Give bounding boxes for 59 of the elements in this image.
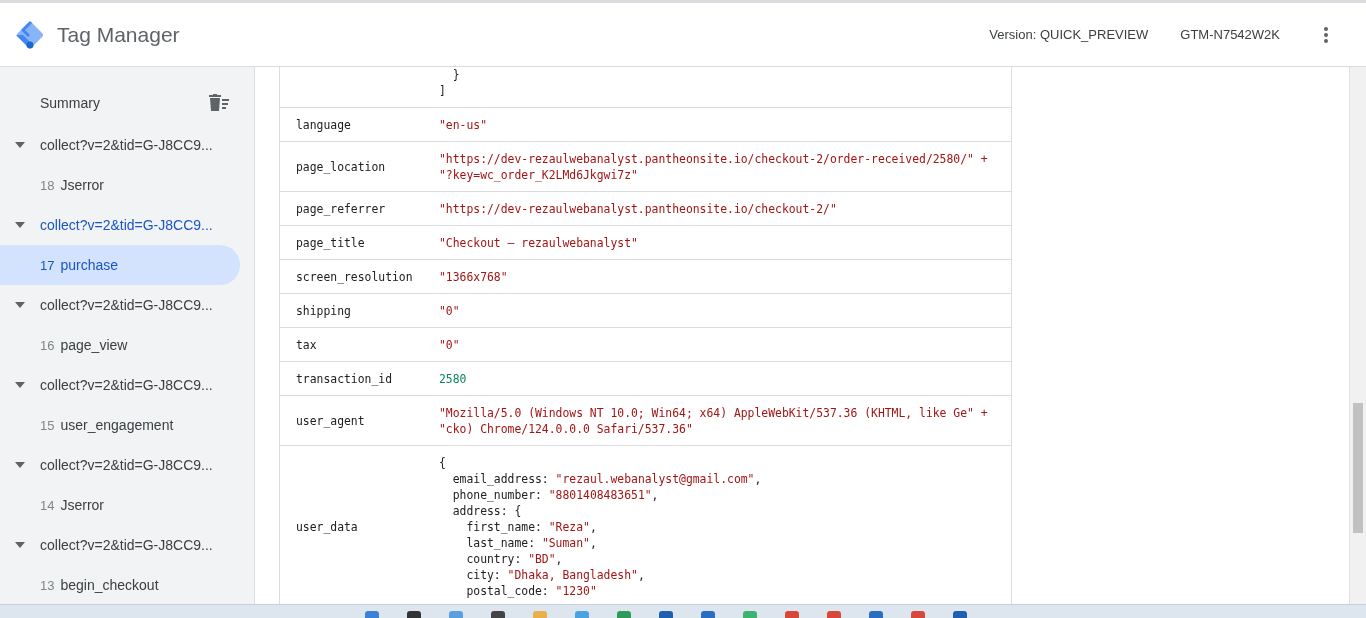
variable-value: "en-us" <box>439 117 488 133</box>
summary-item[interactable]: Summary <box>40 95 100 111</box>
taskbar-icon[interactable] <box>575 611 589 618</box>
taskbar-icon[interactable] <box>785 611 799 618</box>
variable-name: language <box>295 118 352 132</box>
variable-value: 2580 <box>439 371 468 387</box>
clear-list-icon[interactable] <box>208 94 230 112</box>
variable-value: { email_address: "rezaul.webanalyst@gmail.com", phone_number: "8801408483651", address: { first_name: "Reza", last_name: "Suman", country: "BD", city: "Dhaka, Bangladesh", postal_code: "1230" <box>439 455 763 599</box>
event-item[interactable]: 17 purchase <box>0 245 240 285</box>
event-group-item[interactable]: collect?v=2&tid=G-J8CC9... <box>0 445 240 485</box>
taskbar-icon[interactable] <box>701 611 715 618</box>
variable-name: user_data <box>295 520 359 534</box>
container-id: GTM-N7542W2K <box>1180 27 1280 42</box>
taskbar-icon[interactable] <box>953 611 967 618</box>
taskbar-icon[interactable] <box>911 611 925 618</box>
event-item[interactable]: 15 user_engagement <box>0 405 240 445</box>
taskbar-icon[interactable] <box>449 611 463 618</box>
taskbar-icon[interactable] <box>869 611 883 618</box>
caret-icon[interactable] <box>15 302 25 308</box>
version-label: Version: QUICK_PREVIEW <box>989 27 1149 42</box>
variable-value: "Mozilla/5.0 (Windows NT 10.0; Win64; x64) AppleWebKit/537.36 (KHTML, like Ge" + "cko) Chrome/124.0.0.0 Safari/537.36" <box>439 405 989 437</box>
variable-value: } ] <box>439 67 461 99</box>
caret-icon[interactable] <box>15 542 25 548</box>
taskbar-icon[interactable] <box>659 611 673 618</box>
caret-icon[interactable] <box>15 462 25 468</box>
variable-name: tax <box>295 338 318 352</box>
variable-name: user_agent <box>295 414 366 428</box>
variable-value: "Checkout – rezaulwebanalyst" <box>439 235 639 251</box>
variable-name: page_location <box>295 160 387 174</box>
variable-value: "0" <box>439 337 461 353</box>
variable-name: page_referrer <box>295 202 387 216</box>
app-title: Tag Manager <box>57 22 180 47</box>
variable-value: "1366x768" <box>439 269 509 285</box>
variable-name: screen_resolution <box>295 270 414 284</box>
variable-name: shipping <box>295 304 352 318</box>
variable-value: "https://dev-rezaulwebanalyst.pantheonsite.io/checkout-2/order-received/2580/" + "?key=wc_order_K2LMd6Jkgwi7z" <box>439 151 989 183</box>
scrollbar[interactable] <box>1349 67 1366 604</box>
event-group-item[interactable]: collect?v=2&tid=G-J8CC9... <box>0 285 240 325</box>
variable-name: page_title <box>295 236 366 250</box>
variable-value: "https://dev-rezaulwebanalyst.pantheonsite.io/checkout-2/" <box>439 201 838 217</box>
event-item[interactable]: 14 Jserror <box>0 485 240 525</box>
event-group-item[interactable]: collect?v=2&tid=G-J8CC9... <box>0 205 240 245</box>
taskbar-icon[interactable] <box>617 611 631 618</box>
event-group-item[interactable]: collect?v=2&tid=G-J8CC9... <box>0 365 240 405</box>
event-item[interactable]: 18 Jserror <box>0 165 240 205</box>
taskbar-icon[interactable] <box>743 611 757 618</box>
variable-value: "0" <box>439 303 461 319</box>
caret-icon[interactable] <box>15 222 25 228</box>
event-item[interactable]: 16 page_view <box>0 325 240 365</box>
caret-icon[interactable] <box>15 382 25 388</box>
taskbar-icon[interactable] <box>491 611 505 618</box>
event-group-item[interactable]: collect?v=2&tid=G-J8CC9... <box>0 125 240 165</box>
taskbar-icon[interactable] <box>365 611 379 618</box>
variable-name: transaction_id <box>295 372 393 386</box>
taskbar-icon[interactable] <box>407 611 421 618</box>
taskbar-icon[interactable] <box>827 611 841 618</box>
event-item[interactable]: 13 begin_checkout <box>0 565 240 604</box>
caret-icon[interactable] <box>15 142 25 148</box>
event-group-item[interactable]: collect?v=2&tid=G-J8CC9... <box>0 525 240 565</box>
